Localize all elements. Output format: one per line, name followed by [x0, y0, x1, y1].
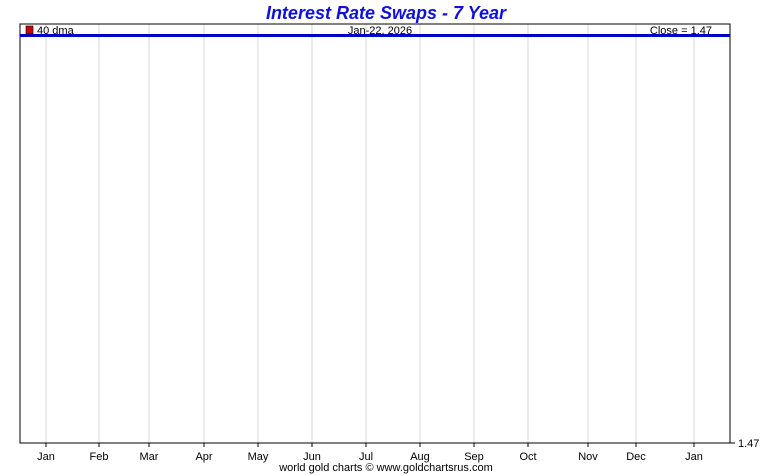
- footer-credit: world gold charts © www.goldchartsrus.co…: [279, 462, 493, 474]
- close-label: Close = 1.47: [650, 25, 712, 37]
- y-tick-label: 1.47: [738, 438, 759, 450]
- legend-swatch: [25, 25, 34, 35]
- legend-label: 40 dma: [37, 25, 75, 37]
- chart-plot: Jan Feb Mar Apr May Jun Jul Aug Sep Oct Nov Dec Jan …: [19, 23, 759, 463]
- date-label: Jan-22, 2026: [348, 25, 412, 37]
- grid-lines: [45, 24, 695, 443]
- x-axis: Jan Feb Mar Apr May Jun Jul Aug Sep Oct Nov Dec Jan: [37, 443, 703, 463]
- y-axis: 1.47: [730, 438, 759, 450]
- plot-frame: [19, 23, 731, 444]
